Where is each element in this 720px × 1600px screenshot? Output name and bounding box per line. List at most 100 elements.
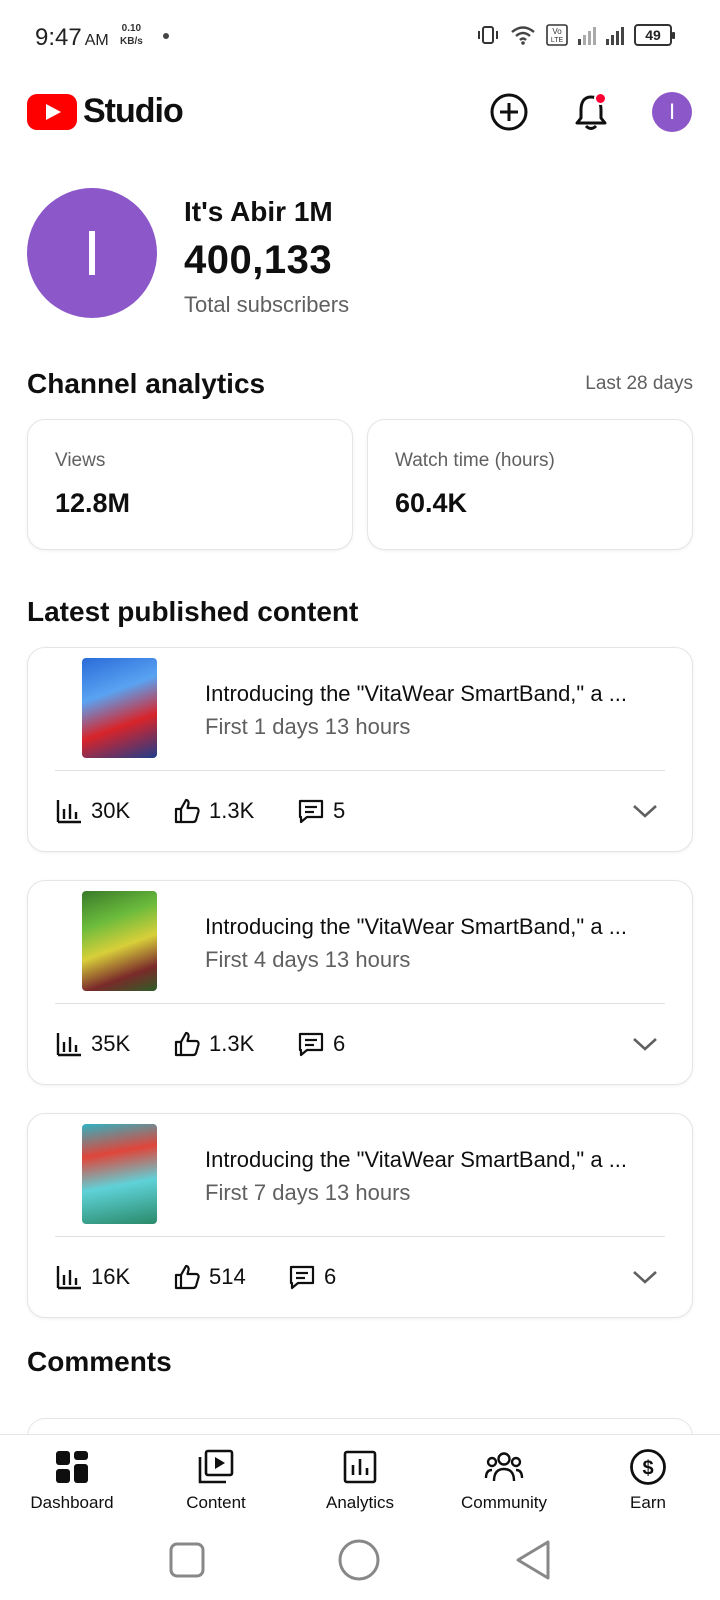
content-icon (196, 1447, 236, 1487)
likes-count: 1.3K (209, 798, 255, 823)
system-navigation (0, 1520, 720, 1600)
video-title: Introducing the "VitaWear SmartBand," a … (205, 1147, 628, 1172)
add-circle-icon (490, 93, 528, 131)
analytics-period: Last 28 days (585, 373, 693, 394)
triangle-back-icon (516, 1540, 550, 1580)
video-period: First 7 days 13 hours (205, 1180, 411, 1205)
subscriber-label: Total subscribers (184, 292, 350, 317)
status-time: 9:47 AM (35, 24, 109, 51)
video-card[interactable]: Introducing the "VitaWear SmartBand," a … (27, 1113, 693, 1318)
chevron-down-icon (633, 805, 657, 818)
notifications-button[interactable] (569, 90, 613, 134)
divider (55, 1236, 665, 1237)
dashboard-icon (52, 1447, 92, 1487)
app-header: Studio I (0, 84, 720, 144)
comments-metric: 6 (288, 1260, 336, 1294)
status-icons: Vo LTE 49 (476, 24, 675, 46)
bottom-nav: Dashboard Content Analytics Community $ … (0, 1434, 720, 1520)
nav-content[interactable]: Content (146, 1435, 286, 1521)
expand-button[interactable] (630, 1031, 660, 1057)
vibrate-icon (478, 26, 498, 44)
thumbs-up-icon (174, 1031, 200, 1057)
likes-metric: 1.3K (173, 1027, 254, 1061)
signal-icon-1 (578, 27, 596, 45)
video-thumbnail[interactable] (82, 658, 157, 758)
back-button[interactable] (512, 1538, 556, 1582)
nav-label: Community (461, 1493, 547, 1512)
views-metric: 16K (55, 1260, 130, 1294)
circle-icon (338, 1539, 380, 1581)
youtube-play-icon (27, 93, 77, 130)
comments-metric: 5 (297, 794, 345, 828)
recents-button[interactable] (165, 1538, 209, 1582)
watch-time-value: 60.4K (395, 488, 468, 518)
subscriber-count: 400,133 (184, 238, 333, 282)
video-card[interactable]: Introducing the "VitaWear SmartBand," a … (27, 880, 693, 1085)
video-title: Introducing the "VitaWear SmartBand," a … (205, 914, 628, 939)
studio-logo: Studio (27, 92, 184, 131)
divider (55, 1003, 665, 1004)
comments-count: 6 (333, 1031, 346, 1056)
video-title: Introducing the "VitaWear SmartBand," a … (205, 681, 628, 706)
views-card[interactable]: Views 12.8M (27, 419, 353, 550)
video-metrics: 16K 514 6 (55, 1260, 655, 1294)
expand-button[interactable] (630, 1264, 660, 1290)
latest-content-title: Latest published content (27, 596, 359, 627)
notification-dot (163, 33, 169, 39)
network-speed: 0.10 KB/s (120, 23, 143, 47)
video-thumbnail[interactable] (82, 1124, 157, 1224)
bar-chart-icon (56, 1033, 81, 1057)
views-metric: 30K (55, 794, 130, 828)
nav-analytics[interactable]: Analytics (290, 1435, 430, 1521)
expand-button[interactable] (630, 798, 660, 824)
comment-icon (289, 1265, 315, 1290)
nav-label: Analytics (325, 1493, 395, 1512)
nav-label: Content (186, 1493, 246, 1512)
create-button[interactable] (487, 90, 531, 134)
svg-text:$: $ (642, 1458, 653, 1480)
wifi-icon (511, 26, 535, 45)
volte-icon: VoLTE (546, 24, 568, 46)
nav-community[interactable]: Community (434, 1435, 574, 1521)
notification-badge (594, 92, 607, 105)
bar-chart-icon (56, 800, 81, 824)
video-period: First 4 days 13 hours (205, 947, 411, 972)
likes-metric: 1.3K (173, 794, 254, 828)
channel-avatar: I (27, 188, 157, 318)
video-metrics: 35K 1.3K 6 (55, 1027, 655, 1061)
likes-metric: 514 (173, 1260, 246, 1294)
comments-metric: 6 (297, 1027, 345, 1061)
nav-earn[interactable]: $ Earn (578, 1435, 718, 1521)
channel-name: It's Abir 1M (184, 196, 333, 227)
chevron-down-icon (633, 1038, 657, 1051)
comment-icon (298, 1032, 324, 1057)
thumbs-up-icon (174, 798, 200, 824)
account-avatar[interactable]: I (652, 92, 692, 132)
video-metrics: 30K 1.3K 5 (55, 794, 655, 828)
channel-analytics-title: Channel analytics (27, 368, 266, 399)
nav-label: Earn (630, 1493, 666, 1512)
views-value: 12.8M (55, 488, 131, 518)
earn-icon: $ (628, 1447, 668, 1487)
views-metric: 35K (55, 1027, 130, 1061)
video-thumbnail[interactable] (82, 891, 157, 991)
home-button[interactable] (337, 1538, 381, 1582)
views-count: 35K (91, 1031, 131, 1056)
likes-count: 1.3K (209, 1031, 255, 1056)
video-card[interactable]: Introducing the "VitaWear SmartBand," a … (27, 647, 693, 852)
status-bar: 9:47 AM 0.10 KB/s Vo LTE 49 (0, 0, 720, 74)
square-icon (169, 1542, 205, 1578)
signal-icon-2 (606, 27, 624, 45)
nav-label: Dashboard (30, 1493, 114, 1512)
views-count: 16K (91, 1264, 131, 1289)
views-label: Views (55, 450, 106, 471)
likes-count: 514 (209, 1264, 246, 1289)
watch-time-card[interactable]: Watch time (hours) 60.4K (367, 419, 693, 550)
community-icon (484, 1447, 524, 1487)
analytics-icon (340, 1447, 380, 1487)
comments-title: Comments (27, 1346, 172, 1377)
svg-text:LTE: LTE (551, 37, 564, 44)
battery-indicator: 49 (634, 24, 675, 46)
nav-dashboard[interactable]: Dashboard (2, 1435, 142, 1521)
video-period: First 1 days 13 hours (205, 714, 411, 739)
